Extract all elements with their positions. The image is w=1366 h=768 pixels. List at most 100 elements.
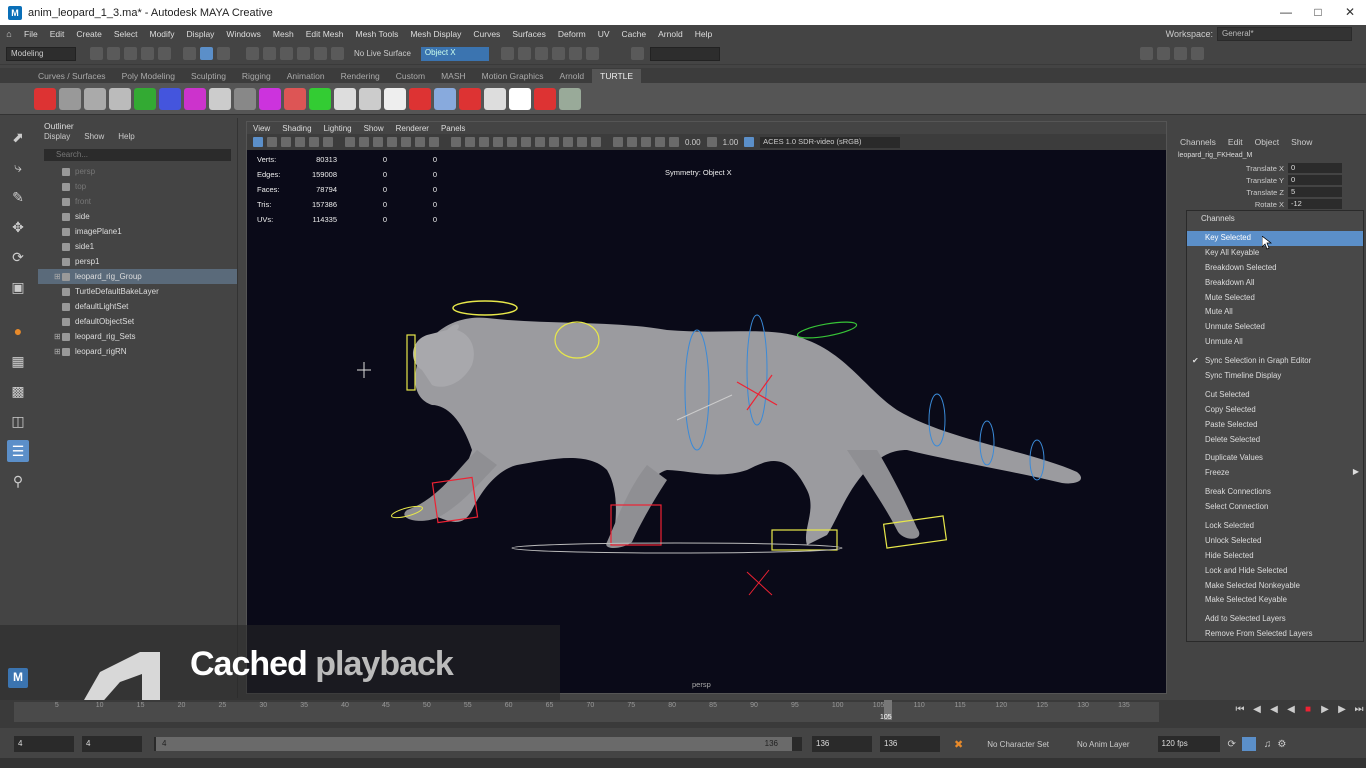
- context-menu-item[interactable]: Cut Selected: [1187, 388, 1363, 403]
- search-icon[interactable]: ⚲: [7, 470, 29, 492]
- channelbox-menu-show[interactable]: Show: [1291, 137, 1312, 147]
- open-scene-icon[interactable]: [107, 47, 120, 60]
- context-menu-item[interactable]: Mute All: [1187, 305, 1363, 320]
- channel-attr-value[interactable]: -12: [1288, 199, 1342, 209]
- menu-edit[interactable]: Edit: [44, 29, 71, 39]
- xray-joints-icon[interactable]: [641, 137, 651, 147]
- grid-icon[interactable]: [345, 137, 355, 147]
- context-menu-item[interactable]: Select Connection: [1187, 500, 1363, 515]
- default-material-icon[interactable]: [479, 137, 489, 147]
- tab-sculpting[interactable]: Sculpting: [183, 69, 234, 83]
- loop-icon[interactable]: ⟳: [1228, 739, 1236, 750]
- sound-icon[interactable]: ♫: [1264, 739, 1272, 750]
- viewport-menu-panels[interactable]: Panels: [435, 124, 471, 133]
- context-menu-item[interactable]: Copy Selected: [1187, 403, 1363, 418]
- outliner-item[interactable]: ⊞ leopard_rigRN: [38, 344, 237, 359]
- context-menu-item[interactable]: Delete Selected: [1187, 433, 1363, 448]
- menu-help[interactable]: Help: [689, 29, 718, 39]
- go-to-start-icon[interactable]: ⏮: [1232, 704, 1248, 718]
- live-surface-label[interactable]: No Live Surface: [354, 49, 411, 58]
- step-forward-key-icon[interactable]: ▶: [1334, 704, 1350, 718]
- outliner-item[interactable]: defaultLightSet: [38, 299, 237, 314]
- shelf-tool-icon-3[interactable]: [84, 87, 106, 110]
- select-object-icon[interactable]: [200, 47, 213, 60]
- shelf-tool-icon-12[interactable]: [309, 87, 331, 110]
- outliner-item[interactable]: front: [38, 194, 237, 209]
- tool-settings-icon[interactable]: [1173, 47, 1187, 60]
- grease-pencil-icon[interactable]: [323, 137, 333, 147]
- history-icon[interactable]: [500, 47, 514, 60]
- view-transform-dropdown[interactable]: ACES 1.0 SDR-video (sRGB): [760, 136, 901, 148]
- menu-mesh-tools[interactable]: Mesh Tools: [350, 29, 405, 39]
- range-slider[interactable]: 4 136: [154, 737, 802, 751]
- menu-mesh[interactable]: Mesh: [267, 29, 300, 39]
- viewport-menu-show[interactable]: Show: [358, 124, 390, 133]
- workspace-dropdown[interactable]: General*: [1217, 27, 1352, 41]
- color-management-icon[interactable]: [744, 137, 755, 147]
- motion-blur-icon[interactable]: [563, 137, 573, 147]
- channel-attr-value[interactable]: 0: [1288, 175, 1342, 185]
- move-tool-icon[interactable]: ✥: [7, 216, 29, 238]
- shelf-tool-icon-10[interactable]: [259, 87, 281, 110]
- channelbox-menu-edit[interactable]: Edit: [1228, 137, 1243, 147]
- ambient-occlusion-icon[interactable]: [549, 137, 559, 147]
- context-menu-item[interactable]: Paste Selected: [1187, 418, 1363, 433]
- menu-file[interactable]: File: [18, 29, 44, 39]
- render-icon[interactable]: [517, 47, 531, 60]
- command-line[interactable]: [0, 758, 1366, 768]
- menu-windows[interactable]: Windows: [220, 29, 266, 39]
- safe-action-icon[interactable]: [415, 137, 425, 147]
- menu-edit-mesh[interactable]: Edit Mesh: [300, 29, 350, 39]
- context-menu-item[interactable]: Duplicate Values: [1187, 451, 1363, 466]
- tab-curves-surfaces[interactable]: Curves / Surfaces: [30, 69, 114, 83]
- outliner-item[interactable]: imagePlane1: [38, 224, 237, 239]
- shadows-icon[interactable]: [535, 137, 545, 147]
- anim-prefs-icon[interactable]: ⚙: [1277, 739, 1286, 750]
- ipr-icon[interactable]: [534, 47, 548, 60]
- channel-attr-row[interactable]: Translate Z 5: [1172, 186, 1366, 198]
- step-forward-frame-icon[interactable]: ▶: [1317, 704, 1333, 718]
- context-menu-item[interactable]: ✔ Sync Selection in Graph Editor: [1187, 354, 1363, 369]
- single-perspective-icon[interactable]: ▦: [7, 350, 29, 372]
- paint-select-icon[interactable]: ✎: [7, 186, 29, 208]
- context-menu-item[interactable]: Freeze ▶: [1187, 466, 1363, 481]
- range-start-field[interactable]: 4: [82, 736, 142, 752]
- shelf-tool-icon-2[interactable]: [59, 87, 81, 110]
- context-menu-item[interactable]: Make Selected Keyable: [1187, 593, 1363, 608]
- outliner-item[interactable]: defaultObjectSet: [38, 314, 237, 329]
- viewport-menu-view[interactable]: View: [247, 124, 276, 133]
- exposure-field[interactable]: 0.00: [685, 138, 701, 147]
- shelf-tool-icon-4[interactable]: [109, 87, 131, 110]
- channel-box-icon[interactable]: [1190, 47, 1204, 60]
- shelf-tool-icon-19[interactable]: [484, 87, 506, 110]
- snap-surface-icon[interactable]: [314, 47, 327, 60]
- shelf-tool-icon-18[interactable]: [459, 87, 481, 110]
- depth-of-field-icon[interactable]: [591, 137, 601, 147]
- wireframe-icon[interactable]: [451, 137, 461, 147]
- shelf-tool-icon-20[interactable]: [509, 87, 531, 110]
- outliner-item[interactable]: ⊞ leopard_rig_Group: [38, 269, 237, 284]
- safe-title-icon[interactable]: [429, 137, 439, 147]
- lasso-tool-icon[interactable]: ⤷: [7, 156, 29, 178]
- context-menu-item[interactable]: Unmute Selected: [1187, 320, 1363, 335]
- channelbox-menu-object[interactable]: Object: [1255, 137, 1280, 147]
- xray-active-icon[interactable]: [655, 137, 665, 147]
- symmetry-dropdown[interactable]: Object X: [420, 46, 489, 61]
- resolution-gate-icon[interactable]: [373, 137, 383, 147]
- context-menu-item[interactable]: Sync Timeline Display: [1187, 369, 1363, 384]
- tab-rendering[interactable]: Rendering: [333, 69, 388, 83]
- 2d-pan-icon[interactable]: [309, 137, 319, 147]
- context-menu-item[interactable]: Remove From Selected Layers: [1187, 627, 1363, 642]
- context-menu-item[interactable]: Breakdown Selected: [1187, 261, 1363, 276]
- outliner-menu-display[interactable]: Display: [44, 132, 70, 146]
- isolate-select-icon[interactable]: [613, 137, 623, 147]
- image-plane-icon[interactable]: [295, 137, 305, 147]
- start-frame-field[interactable]: 4: [14, 736, 74, 752]
- menu-set-dropdown[interactable]: Modeling: [6, 46, 76, 61]
- menu-cache[interactable]: Cache: [616, 29, 653, 39]
- save-scene-icon[interactable]: [124, 47, 137, 60]
- menu-surfaces[interactable]: Surfaces: [506, 29, 552, 39]
- gamma-icon[interactable]: [706, 137, 717, 147]
- textured-icon[interactable]: [507, 137, 517, 147]
- context-menu-item[interactable]: Make Selected Nonkeyable: [1187, 579, 1363, 594]
